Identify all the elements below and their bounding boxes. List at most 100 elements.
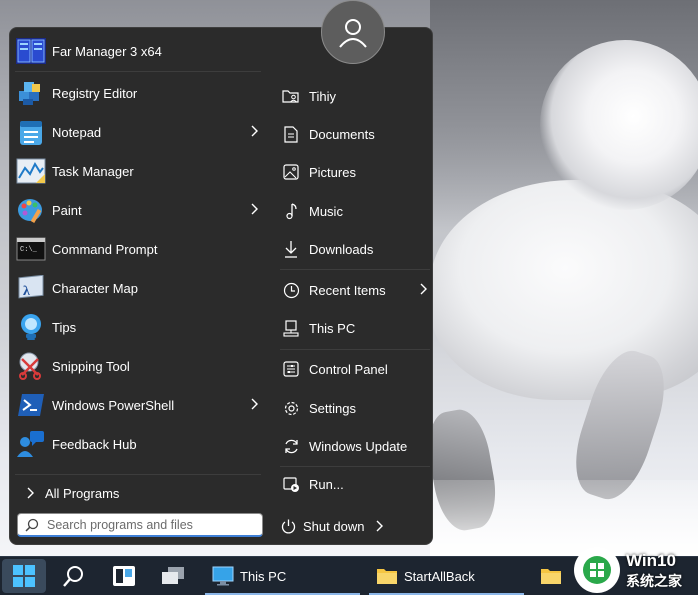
places-column: Tihiy Documents Pictures Music Downloads… — [272, 28, 432, 544]
app-far-manager[interactable]: Far Manager 3 x64 — [15, 34, 265, 68]
site-watermark: Win10 系统之家 — [566, 547, 698, 595]
folder-icon — [541, 569, 561, 584]
chevron-right-icon[interactable] — [374, 520, 384, 532]
app-windows-powershell[interactable]: Windows PowerShell — [15, 388, 265, 422]
watermark-title: Win10 — [626, 551, 676, 570]
app-label: Snipping Tool — [52, 358, 130, 374]
place-documents[interactable]: Documents — [280, 119, 430, 149]
app-snipping-tool[interactable]: Snipping Tool — [15, 349, 265, 383]
chevron-right-icon — [251, 398, 258, 410]
shutdown-label: Shut down — [303, 518, 365, 534]
task-label: StartAllBack — [404, 568, 475, 584]
app-character-map[interactable]: λ Character Map — [15, 271, 265, 305]
control-panel-icon — [280, 358, 302, 380]
place-downloads[interactable]: Downloads — [280, 234, 430, 264]
place-settings[interactable]: Settings — [280, 393, 430, 423]
far-manager-icon — [15, 35, 47, 67]
app-label: Feedback Hub — [52, 436, 137, 452]
place-control-panel[interactable]: Control Panel — [280, 354, 430, 384]
task-label: This PC — [240, 568, 287, 584]
refresh-icon — [280, 435, 302, 457]
all-programs-button[interactable]: All Programs — [15, 478, 265, 508]
app-command-prompt[interactable]: C:\_ Command Prompt — [15, 232, 265, 266]
registry-editor-icon — [15, 77, 47, 109]
place-label: Documents — [309, 126, 375, 142]
taskbar-item-startallback[interactable]: StartAllBack — [376, 559, 475, 593]
app-tips[interactable]: Tips — [15, 310, 265, 344]
task-view-icon — [113, 566, 135, 586]
chevron-right-icon — [27, 487, 34, 499]
app-label: Character Map — [52, 280, 138, 296]
place-pictures[interactable]: Pictures — [280, 157, 430, 187]
character-map-icon: λ — [15, 272, 47, 304]
place-recent-items[interactable]: Recent Items — [280, 275, 430, 305]
command-prompt-icon: C:\_ — [15, 233, 47, 265]
chevron-right-icon — [420, 283, 427, 295]
app-label: Windows PowerShell — [52, 397, 175, 413]
place-label: This PC — [309, 320, 356, 336]
download-icon — [280, 238, 302, 260]
shutdown-button[interactable]: Shut down — [280, 511, 384, 541]
windows-logo-icon — [13, 565, 35, 587]
divider — [280, 466, 430, 467]
app-label: Far Manager 3 x64 — [52, 43, 162, 59]
place-label: Downloads — [309, 241, 374, 257]
app-notepad[interactable]: Notepad — [15, 115, 265, 149]
place-label: Music — [309, 203, 343, 219]
place-windows-update[interactable]: Windows Update — [280, 431, 430, 461]
snipping-tool-icon — [15, 350, 47, 382]
svg-text:C:\_: C:\_ — [20, 246, 38, 254]
place-run[interactable]: Run... — [280, 469, 430, 499]
taskbar-item-this-pc[interactable]: This PC — [212, 559, 286, 593]
computer-icon — [280, 317, 302, 339]
app-label: Registry Editor — [52, 85, 138, 101]
search-button[interactable] — [54, 559, 94, 593]
snow — [430, 480, 698, 556]
app-label: Paint — [52, 202, 82, 218]
app-label: Task Manager — [52, 163, 134, 179]
place-this-pc[interactable]: This PC — [280, 313, 430, 343]
divider — [15, 71, 261, 72]
place-music[interactable]: Music — [280, 196, 430, 226]
monitor-icon — [212, 566, 234, 586]
virtual-desktops-button[interactable] — [154, 559, 192, 593]
app-feedback-hub[interactable]: Feedback Hub — [15, 427, 265, 461]
task-manager-icon — [15, 155, 47, 187]
place-label: Windows Update — [309, 438, 408, 454]
chevron-right-icon — [251, 125, 258, 137]
task-view-button[interactable] — [104, 559, 144, 593]
desktops-icon — [162, 567, 184, 584]
search-input[interactable] — [47, 517, 247, 532]
taskbar-item-folder[interactable] — [540, 559, 562, 593]
app-task-manager[interactable]: Task Manager — [15, 154, 265, 188]
start-button[interactable] — [2, 559, 46, 593]
folder-icon — [377, 569, 397, 584]
place-user-folder[interactable]: Tihiy — [280, 81, 430, 111]
divider — [15, 474, 261, 475]
music-icon — [280, 200, 302, 222]
gear-icon — [280, 397, 302, 419]
search-box[interactable] — [17, 513, 263, 537]
picture-icon — [280, 161, 302, 183]
all-programs-label: All Programs — [45, 485, 120, 501]
notepad-icon — [15, 116, 47, 148]
app-label: Tips — [52, 319, 77, 335]
windows-logo-icon — [583, 556, 611, 584]
app-label: Command Prompt — [52, 241, 158, 257]
divider — [280, 349, 430, 350]
chevron-right-icon — [251, 203, 258, 215]
horse-mane — [540, 40, 698, 210]
app-registry-editor[interactable]: Registry Editor — [15, 76, 265, 110]
app-label: Notepad — [52, 124, 102, 140]
user-folder-icon — [280, 85, 302, 107]
app-paint[interactable]: Paint — [15, 193, 265, 227]
paint-icon — [15, 194, 47, 226]
divider — [280, 269, 430, 270]
watermark-logo — [574, 547, 620, 593]
place-label: Control Panel — [309, 361, 388, 377]
svg-text:λ: λ — [23, 284, 30, 299]
clock-icon — [280, 279, 302, 301]
user-avatar[interactable] — [321, 0, 385, 64]
user-icon — [339, 19, 367, 48]
place-label: Recent Items — [309, 282, 386, 298]
